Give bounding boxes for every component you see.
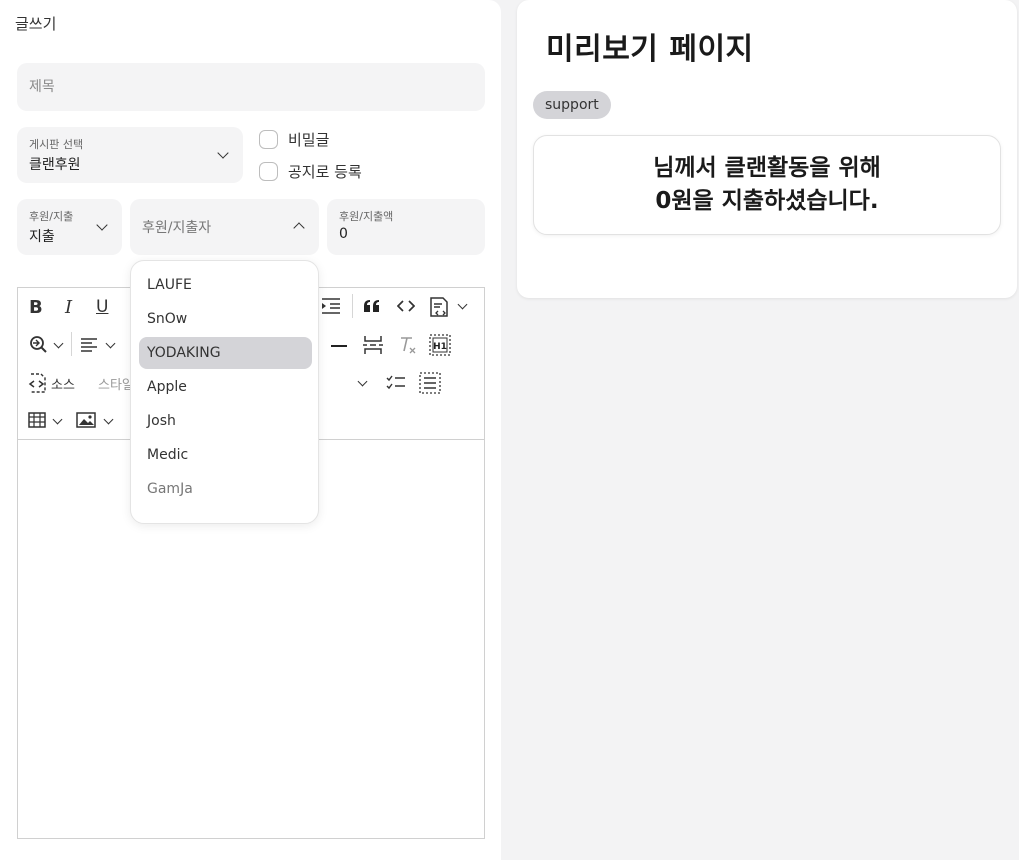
- align-icon[interactable]: [80, 337, 98, 353]
- amount-value[interactable]: 0: [339, 226, 348, 242]
- chevron-down-icon[interactable]: [52, 414, 63, 425]
- chevron-down-icon[interactable]: [103, 414, 114, 425]
- bold-icon[interactable]: B: [29, 297, 43, 318]
- preview-title: 미리보기 페이지: [546, 32, 754, 67]
- code-icon[interactable]: [397, 299, 415, 313]
- dropdown-option[interactable]: Apple: [139, 371, 312, 403]
- write-panel: 글쓰기 게시판 선택 클랜후원 비밀글 공지로 등록 후원/지출 지출 후원/지…: [0, 0, 501, 860]
- page-break-icon[interactable]: [362, 335, 384, 355]
- type-select-value: 지출: [29, 229, 55, 245]
- amount-field[interactable]: 후원/지출액 0: [327, 199, 485, 255]
- source-button[interactable]: 소스: [27, 372, 75, 394]
- secret-checkbox[interactable]: [259, 130, 278, 149]
- chevron-down-icon: [217, 147, 229, 159]
- remove-format-icon[interactable]: [398, 335, 418, 355]
- table-icon[interactable]: [28, 412, 46, 428]
- person-dropdown-menu: LAUFE SnOw YODAKING Apple Josh Medic GamJa: [130, 260, 319, 524]
- title-input[interactable]: [17, 63, 485, 111]
- chevron-down-icon[interactable]: [105, 338, 116, 349]
- chevron-down-icon[interactable]: [357, 376, 368, 387]
- board-select-label: 게시판 선택: [29, 138, 84, 151]
- secret-checkbox-row[interactable]: 비밀글: [259, 129, 329, 150]
- dropdown-option[interactable]: Medic: [139, 439, 312, 471]
- insert-template-icon[interactable]: [428, 296, 450, 318]
- person-select-placeholder: 후원/지출자: [142, 220, 212, 236]
- board-select-value: 클랜후원: [29, 157, 81, 173]
- chevron-down-icon: [96, 219, 108, 231]
- source-label: 소스: [51, 377, 75, 393]
- person-select[interactable]: 후원/지출자: [130, 199, 319, 255]
- dropdown-option[interactable]: Josh: [139, 405, 312, 437]
- type-select[interactable]: 후원/지출 지출: [17, 199, 122, 255]
- amount-label: 후원/지출액: [339, 210, 394, 223]
- write-heading: 글쓰기: [15, 15, 57, 33]
- svg-text:H1: H1: [433, 342, 447, 352]
- preview-message-line2: 0원을 지출하셨습니다.: [655, 188, 879, 214]
- preview-message-line1: 님께서 클랜활동을 위해: [653, 155, 881, 181]
- chevron-up-icon: [293, 222, 305, 234]
- dropdown-option[interactable]: SnOw: [139, 303, 312, 335]
- italic-icon[interactable]: I: [65, 297, 72, 318]
- dropdown-option[interactable]: YODAKING: [139, 337, 312, 369]
- show-blocks-icon[interactable]: [419, 372, 441, 394]
- blockquote-icon[interactable]: [363, 299, 381, 313]
- source-icon: [28, 373, 46, 393]
- underline-icon[interactable]: U: [96, 297, 108, 317]
- type-select-label: 후원/지출: [29, 210, 74, 223]
- secret-label: 비밀글: [288, 131, 330, 149]
- heading-icon[interactable]: H1: [429, 334, 451, 356]
- preview-panel: 미리보기 페이지 support 님께서 클랜활동을 위해 0원을 지출하셨습니…: [517, 0, 1017, 298]
- board-select[interactable]: 게시판 선택 클랜후원: [17, 127, 243, 183]
- preview-message-card: 님께서 클랜활동을 위해 0원을 지출하셨습니다.: [533, 135, 1001, 235]
- toolbar-separator: [352, 294, 353, 318]
- toolbar-separator: [71, 332, 72, 356]
- notice-label: 공지로 등록: [288, 163, 362, 181]
- horizontal-line-icon[interactable]: [330, 344, 348, 348]
- image-icon[interactable]: [76, 412, 96, 428]
- notice-checkbox[interactable]: [259, 162, 278, 181]
- find-replace-icon[interactable]: [28, 334, 48, 354]
- notice-checkbox-row[interactable]: 공지로 등록: [259, 161, 362, 182]
- dropdown-option[interactable]: LAUFE: [139, 269, 312, 301]
- category-tag: support: [533, 91, 611, 119]
- chevron-down-icon[interactable]: [53, 338, 64, 349]
- chevron-down-icon[interactable]: [457, 299, 468, 310]
- todo-list-icon[interactable]: [386, 375, 406, 391]
- style-select[interactable]: 스타일: [98, 374, 130, 393]
- outdent-icon[interactable]: [321, 298, 341, 314]
- dropdown-option[interactable]: GamJa: [139, 473, 312, 505]
